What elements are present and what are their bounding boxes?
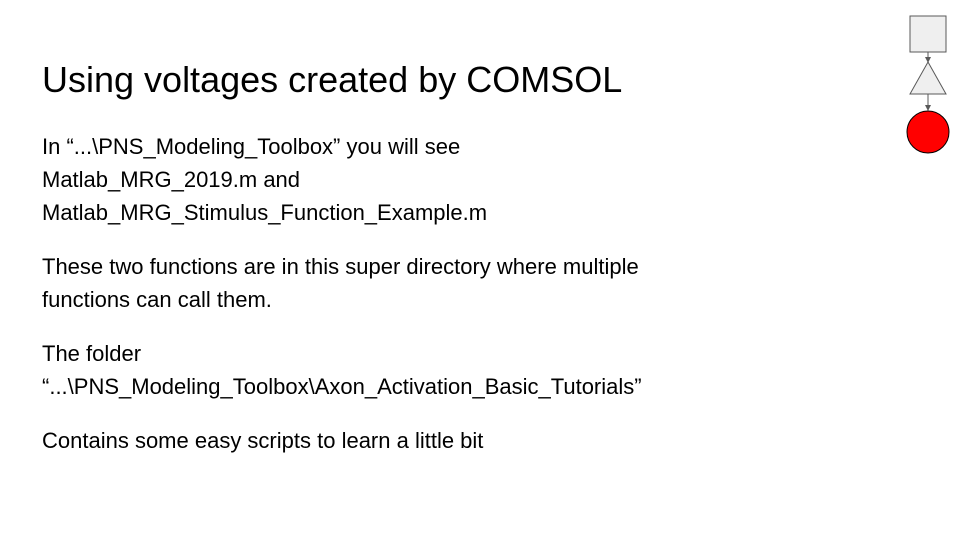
slide: Using voltages created by COMSOL In “...… bbox=[0, 0, 960, 540]
paragraph-2: These two functions are in this super di… bbox=[42, 250, 742, 316]
paragraph-line: Contains some easy scripts to learn a li… bbox=[42, 428, 484, 453]
square-shape bbox=[909, 15, 947, 53]
slide-title: Using voltages created by COMSOL bbox=[42, 59, 623, 100]
paragraph-line: functions can call them. bbox=[42, 287, 272, 312]
circle-shape bbox=[906, 110, 950, 154]
paragraph-line: These two functions are in this super di… bbox=[42, 254, 639, 279]
flow-diagram bbox=[906, 15, 950, 154]
paragraph-4: Contains some easy scripts to learn a li… bbox=[42, 424, 742, 457]
paragraph-line: Matlab_MRG_Stimulus_Function_Example.m bbox=[42, 200, 488, 225]
paragraph-line: In “...\PNS_Modeling_Toolbox” you will s… bbox=[42, 134, 461, 159]
slide-body: In “...\PNS_Modeling_Toolbox” you will s… bbox=[42, 130, 742, 478]
paragraph-1: In “...\PNS_Modeling_Toolbox” you will s… bbox=[42, 130, 742, 229]
triangle-shape bbox=[909, 60, 947, 95]
paragraph-line: “...\PNS_Modeling_Toolbox\Axon_Activatio… bbox=[42, 374, 642, 399]
paragraph-3: The folder “...\PNS_Modeling_Toolbox\Axo… bbox=[42, 337, 742, 403]
paragraph-line: Matlab_MRG_2019.m and bbox=[42, 167, 301, 192]
paragraph-line: The folder bbox=[42, 341, 142, 366]
